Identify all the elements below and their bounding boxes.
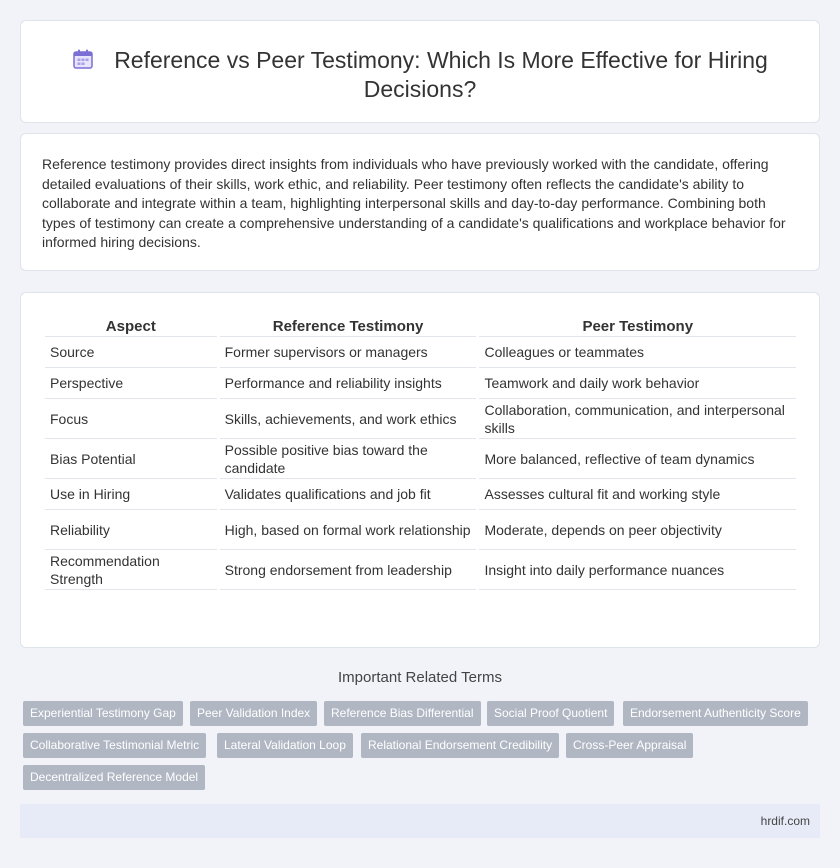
comparison-table: Aspect Reference Testimony Peer Testimon…	[42, 316, 799, 590]
cell-aspect: Focus	[45, 399, 217, 439]
title-row: Reference vs Peer Testimony: Which Is Mo…	[21, 46, 819, 104]
table-row: Bias Potential Possible positive bias to…	[45, 439, 796, 479]
comparison-card: Aspect Reference Testimony Peer Testimon…	[20, 292, 820, 648]
cell-reference: High, based on formal work relationship	[219, 510, 477, 550]
cell-reference: Performance and reliability insights	[219, 368, 477, 399]
cell-peer: Moderate, depends on peer objectivity	[479, 510, 796, 550]
footer-site[interactable]: hrdif.com	[761, 814, 810, 828]
term-tag[interactable]: Decentralized Reference Model	[23, 765, 206, 790]
cell-aspect: Source	[45, 337, 217, 368]
cell-peer: Teamwork and daily work behavior	[479, 368, 796, 399]
cell-aspect: Recommendation Strength	[45, 550, 217, 590]
term-tag[interactable]: Lateral Validation Loop	[217, 733, 353, 758]
cell-reference: Possible positive bias toward the candid…	[219, 439, 477, 479]
table-row: Perspective Performance and reliability …	[45, 368, 796, 399]
table-row: Source Former supervisors or managers Co…	[45, 337, 796, 368]
cell-peer: More balanced, reflective of team dynami…	[479, 439, 796, 479]
term-tag[interactable]: Reference Bias Differential	[324, 701, 481, 726]
title-card: Reference vs Peer Testimony: Which Is Mo…	[20, 20, 820, 123]
table-row: Focus Skills, achievements, and work eth…	[45, 399, 796, 439]
header-peer: Peer Testimony	[479, 316, 796, 337]
table-row: Use in Hiring Validates qualifications a…	[45, 479, 796, 510]
cell-aspect: Perspective	[45, 368, 217, 399]
cell-reference: Strong endorsement from leadership	[219, 550, 477, 590]
cell-reference: Validates qualifications and job fit	[219, 479, 477, 510]
page-title: Reference vs Peer Testimony: Which Is Mo…	[114, 47, 768, 102]
term-tag[interactable]: Social Proof Quotient	[487, 701, 615, 726]
term-tag[interactable]: Peer Validation Index	[190, 701, 318, 726]
cell-peer: Collaboration, communication, and interp…	[479, 399, 796, 439]
footer: hrdif.com	[20, 804, 820, 838]
cell-peer: Assesses cultural fit and working style	[479, 479, 796, 510]
term-tag[interactable]: Experiential Testimony Gap	[23, 701, 183, 726]
header-reference: Reference Testimony	[219, 316, 477, 337]
cell-aspect: Use in Hiring	[45, 479, 217, 510]
table-row: Recommendation Strength Strong endorseme…	[45, 550, 796, 590]
related-terms-title: Important Related Terms	[338, 669, 502, 686]
intro-paragraph: Reference testimony provides direct insi…	[42, 156, 786, 250]
cell-peer: Colleagues or teammates	[479, 337, 796, 368]
term-tag[interactable]: Endorsement Authenticity Score	[623, 701, 808, 726]
cell-reference: Former supervisors or managers	[219, 337, 477, 368]
table-row: Reliability High, based on formal work r…	[45, 510, 796, 550]
calendar-icon	[73, 49, 93, 69]
cell-reference: Skills, achievements, and work ethics	[219, 399, 477, 439]
term-tag[interactable]: Relational Endorsement Credibility	[361, 733, 560, 758]
header-aspect: Aspect	[45, 316, 217, 337]
cell-aspect: Reliability	[45, 510, 217, 550]
term-tag[interactable]: Collaborative Testimonial Metric	[23, 733, 207, 758]
cell-aspect: Bias Potential	[45, 439, 217, 479]
intro-card: Reference testimony provides direct insi…	[20, 133, 820, 271]
term-tag[interactable]: Cross-Peer Appraisal	[566, 733, 694, 758]
cell-peer: Insight into daily performance nuances	[479, 550, 796, 590]
